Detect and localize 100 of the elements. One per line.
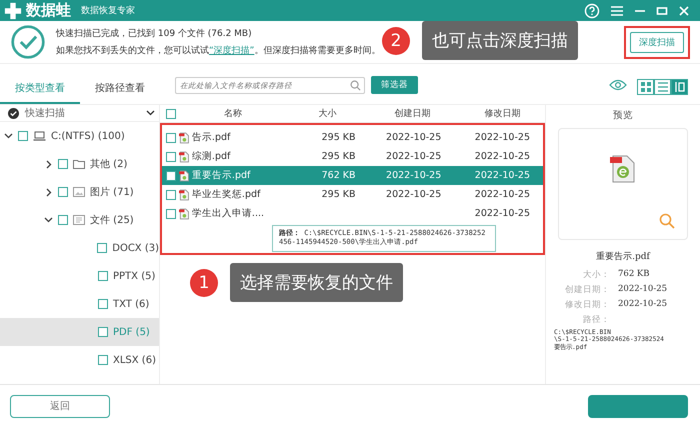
checkbox[interactable]	[98, 271, 108, 281]
document-icon	[73, 215, 85, 225]
tree-item[interactable]: XLSX (6)	[0, 346, 159, 374]
chevron-down-icon[interactable]	[44, 217, 53, 223]
tree-item[interactable]: TXT (6)	[0, 290, 159, 318]
checkbox[interactable]	[166, 170, 176, 180]
deep-scan-hint-text: 如果您找不到丢失的文件，您可以试试“深度扫描”。但深度扫描将需要更多时间。	[56, 44, 380, 57]
created-date: 2022-10-25	[385, 132, 442, 143]
tree-item[interactable]: DOCX (3)	[0, 234, 159, 262]
file-row[interactable]: 毕业生奖惩.pdf 295 KB 2022-10-25 2022-10-25	[162, 185, 543, 204]
help-icon[interactable]	[584, 2, 600, 18]
pdf-file-icon	[179, 188, 189, 200]
folder-icon	[73, 159, 85, 169]
tree-item[interactable]: 其他 (2)	[0, 150, 159, 178]
column-header[interactable]: 修改日期	[460, 107, 545, 120]
checkbox[interactable]	[58, 159, 68, 169]
field-value: 2022-10-25	[618, 299, 668, 311]
laptop-icon	[33, 131, 46, 141]
chevron-right-icon[interactable]	[46, 188, 52, 196]
filter-button[interactable]: 筛选器	[371, 76, 418, 94]
detail-view-button[interactable]	[671, 79, 688, 95]
chevron-down-icon[interactable]	[4, 133, 13, 139]
preview-title: 预览	[613, 109, 633, 122]
field-label: 创建日期：	[564, 284, 610, 296]
deep-scan-button[interactable]: 深度扫描	[630, 32, 684, 52]
scan-result-text: 快速扫描已完成，已找到 109 个文件 (76.2 MB)	[56, 28, 253, 40]
column-header[interactable]: 名称	[176, 107, 290, 120]
maximize-icon[interactable]	[656, 4, 668, 16]
back-button[interactable]: 返回	[10, 394, 110, 418]
created-date: 2022-10-25	[385, 151, 442, 162]
modified-date: 2022-10-25	[474, 151, 531, 162]
tree-item[interactable]: 图片 (71)	[0, 178, 159, 206]
pdf-file-icon	[179, 170, 189, 182]
app-subtitle: 数据恢复专家	[81, 4, 135, 17]
file-name: 告示.pdf	[192, 131, 232, 144]
check-circle-icon	[10, 24, 46, 60]
tree-item[interactable]: 文件 (25)	[0, 206, 159, 234]
checkbox[interactable]	[166, 132, 176, 142]
app-name: 数据蛙	[26, 1, 71, 20]
checkbox[interactable]	[98, 327, 108, 337]
pdf-file-icon	[610, 154, 636, 184]
field-label: 路径：	[582, 314, 610, 326]
file-row[interactable]: 学生出入申请.... 2022-10-25	[162, 204, 543, 223]
created-date: 2022-10-25	[385, 189, 442, 200]
step-number-badge: 1	[190, 268, 218, 296]
preview-file-name: 重要告示.pdf	[596, 250, 650, 263]
modified-date: 2022-10-25	[474, 189, 531, 200]
checkbox[interactable]	[98, 299, 108, 309]
checkbox[interactable]	[97, 243, 108, 253]
checkbox[interactable]	[98, 355, 108, 365]
list-view-button[interactable]	[654, 79, 671, 95]
checkbox[interactable]	[18, 131, 28, 141]
eye-icon[interactable]	[609, 79, 627, 91]
tree-item[interactable]: C:(NTFS) (100)	[0, 122, 159, 150]
pdf-file-icon	[179, 150, 189, 162]
created-date: 2022-10-25	[385, 170, 442, 181]
checkbox[interactable]	[166, 152, 176, 162]
file-row[interactable]: 综测.pdf 295 KB 2022-10-25 2022-10-25	[162, 147, 543, 166]
callout-bubble: 也可点击深度扫描	[422, 21, 578, 60]
file-row[interactable]: 重要告示.pdf 762 KB 2022-10-25 2022-10-25	[162, 166, 543, 185]
field-value: 762 KB	[618, 269, 650, 281]
file-size: 295 KB	[320, 151, 357, 162]
file-size: 295 KB	[320, 132, 357, 143]
pdf-file-icon	[179, 132, 189, 144]
field-label: 修改日期：	[564, 299, 610, 311]
cross-logo-icon	[4, 2, 22, 20]
magnifier-icon[interactable]	[659, 213, 675, 229]
deep-scan-link[interactable]: “深度扫描”	[209, 46, 254, 56]
checkbox[interactable]	[166, 190, 176, 200]
scan-mode-dropdown[interactable]: 快速扫描	[0, 105, 159, 122]
close-icon[interactable]	[678, 4, 690, 16]
file-size: 295 KB	[320, 189, 357, 200]
search-icon	[350, 80, 361, 91]
file-name: 重要告示.pdf	[192, 169, 252, 182]
image-icon	[73, 187, 85, 197]
file-row[interactable]: 告示.pdf 295 KB 2022-10-25 2022-10-25	[162, 128, 543, 147]
column-header[interactable]: 大小	[290, 107, 366, 120]
grid-view-button[interactable]	[637, 79, 654, 95]
file-size: 762 KB	[320, 170, 357, 181]
pdf-file-icon	[179, 208, 189, 220]
modified-date: 2022-10-25	[474, 132, 531, 143]
modified-date: 2022-10-25	[474, 208, 531, 219]
menu-icon[interactable]	[610, 4, 624, 16]
field-value: 2022-10-25	[618, 284, 668, 296]
file-name: 综测.pdf	[192, 150, 232, 163]
chevron-down-icon	[146, 110, 155, 116]
recover-button[interactable]	[588, 394, 688, 418]
check-badge-icon	[8, 108, 19, 118]
select-all-checkbox[interactable]	[166, 108, 176, 118]
view-tab[interactable]: 按路径查看	[80, 75, 160, 104]
file-name: 学生出入申请....	[192, 207, 266, 220]
view-tab[interactable]: 按类型查看	[0, 75, 80, 104]
column-header[interactable]: 创建日期	[365, 107, 460, 120]
checkbox[interactable]	[58, 187, 68, 197]
modified-date: 2022-10-25	[474, 170, 531, 181]
tree-item[interactable]: PPTX (5)	[0, 262, 159, 290]
checkbox[interactable]	[166, 208, 176, 218]
checkbox[interactable]	[58, 215, 68, 225]
step-number-badge: 2	[382, 26, 410, 54]
chevron-right-icon[interactable]	[46, 160, 52, 168]
